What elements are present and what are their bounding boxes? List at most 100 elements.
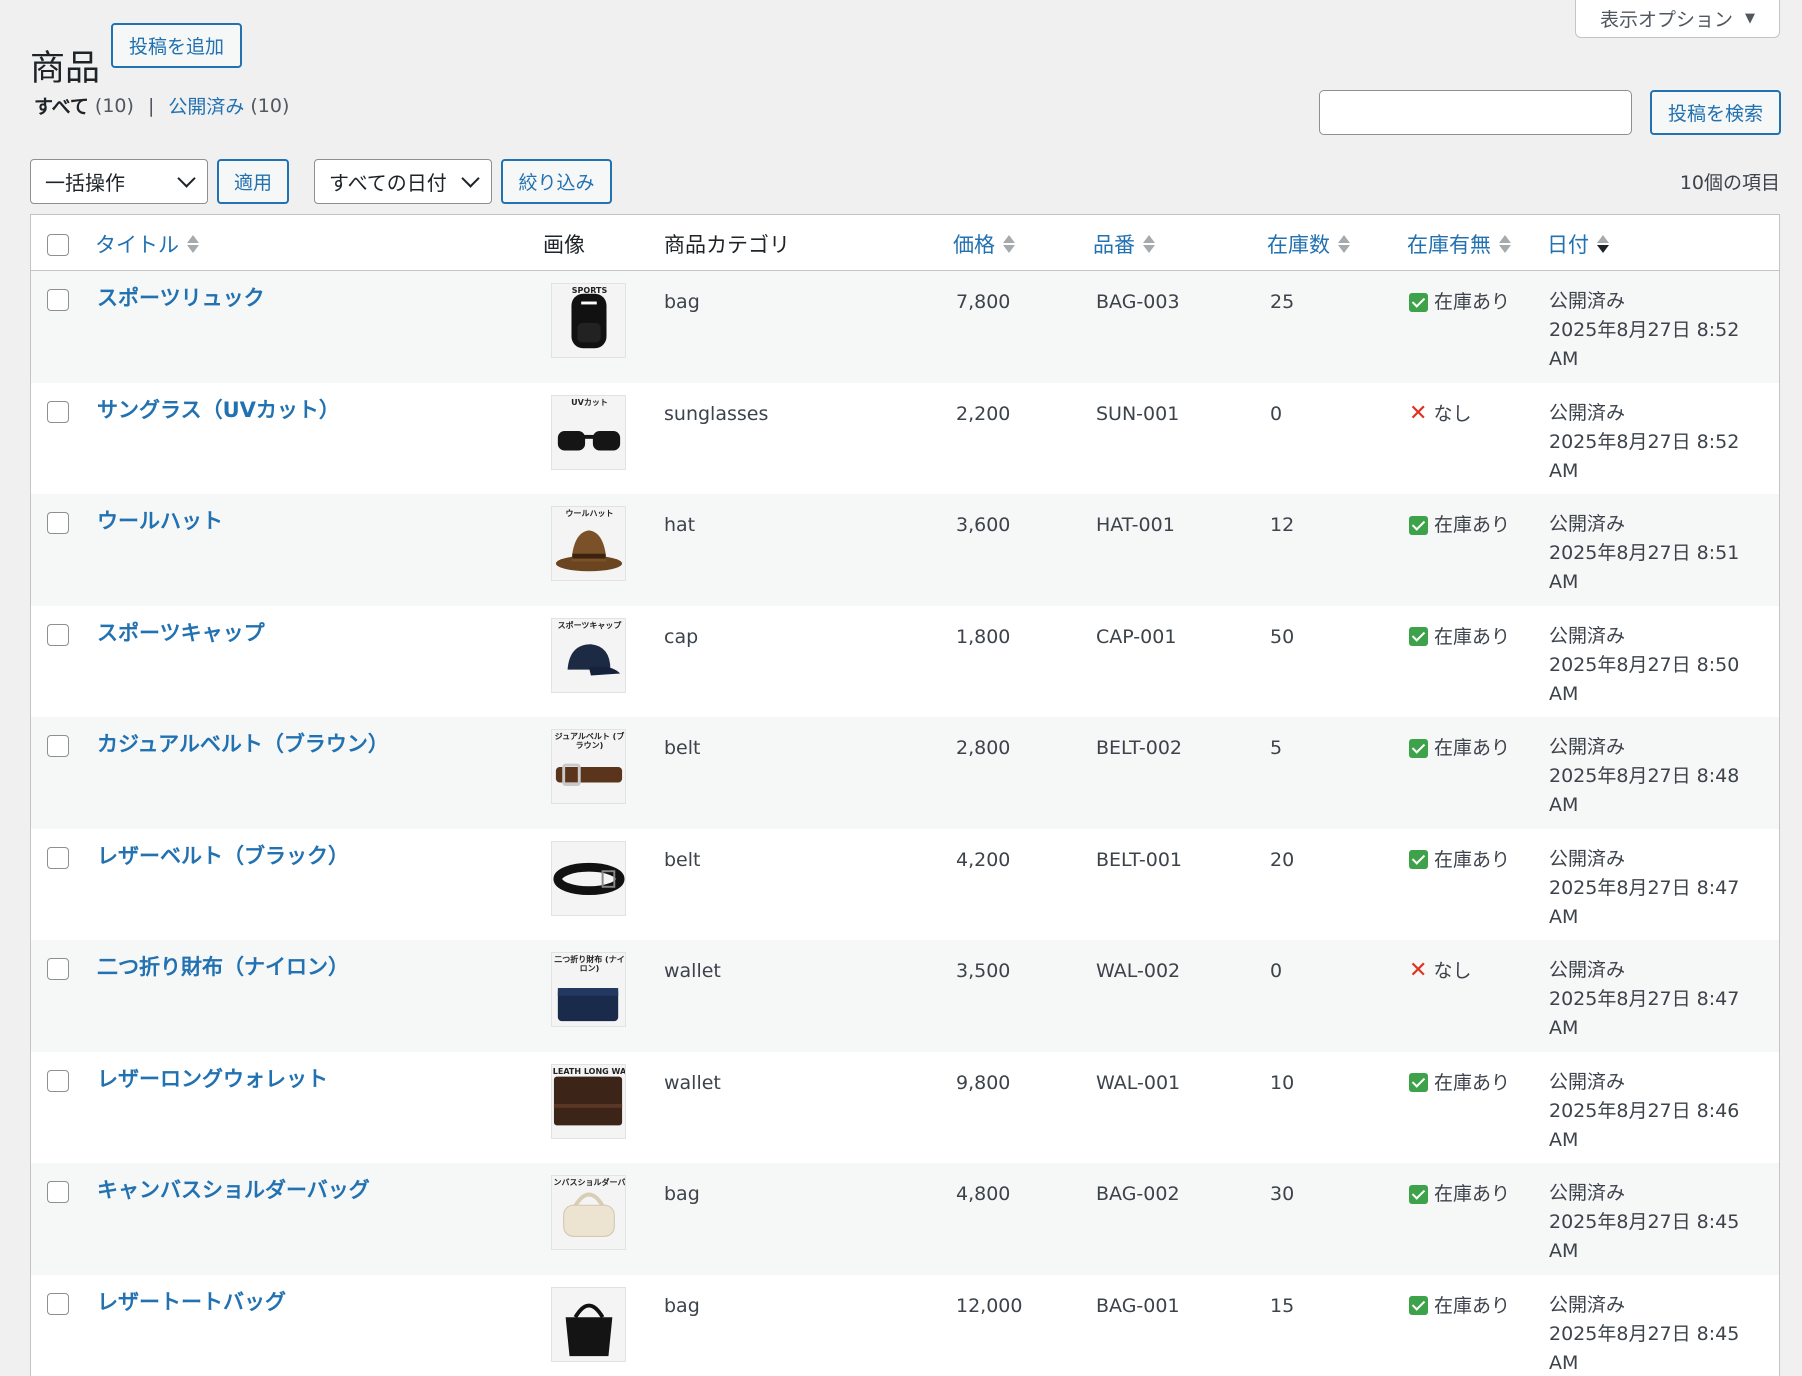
product-thumbnail[interactable]: ウールハット xyxy=(551,506,626,581)
stock-status: 在庫あり xyxy=(1409,733,1510,763)
search-posts-button[interactable]: 投稿を検索 xyxy=(1650,90,1781,135)
publish-date: 公開済み 2025年8月27日 8:46 AM xyxy=(1549,1068,1739,1155)
page-title: 商品 xyxy=(30,49,101,90)
publish-date: 公開済み 2025年8月27日 8:50 AM xyxy=(1549,622,1739,709)
product-thumbnail[interactable]: 二つ折り財布 (ナイロン) xyxy=(551,952,626,1027)
product-title-link[interactable]: 二つ折り財布（ナイロン） xyxy=(97,952,349,982)
thumbnail-caption: LEATH LONG WA xyxy=(552,1066,626,1076)
publish-status: 公開済み xyxy=(1549,1182,1626,1204)
item-count: 10個の項目 xyxy=(1679,172,1780,194)
product-price: 12,000 xyxy=(956,1294,1023,1317)
check-mark-icon xyxy=(1409,1184,1428,1204)
triangle-down-icon: ▼ xyxy=(1745,11,1755,26)
product-price: 4,200 xyxy=(956,848,1011,871)
table-body: スポーツリュック SPORTS bag 7,800 BAG-003 25 在庫あり 公開済み 2… xyxy=(31,271,1779,1376)
date-filter-select[interactable]: すべての日付 xyxy=(314,159,492,204)
product-price: 9,800 xyxy=(956,1071,1011,1094)
stock-quantity: 0 xyxy=(1270,402,1283,425)
column-stock-qty[interactable]: 在庫数 xyxy=(1267,229,1350,259)
check-mark-icon xyxy=(1409,627,1428,646)
product-thumbnail[interactable]: LEATH LONG WA xyxy=(551,1063,626,1139)
publish-status: 公開済み xyxy=(1549,1293,1626,1316)
product-price: 3,600 xyxy=(956,514,1011,536)
publish-datetime: 2025年8月27日 8:45 xyxy=(1549,1322,1740,1345)
apply-button[interactable]: 適用 xyxy=(217,159,289,204)
view-all-link[interactable]: すべて xyxy=(34,92,89,119)
stock-status-label: 在庫あり xyxy=(1434,737,1511,759)
row-checkbox[interactable] xyxy=(47,1292,69,1315)
add-new-button[interactable]: 投稿を追加 xyxy=(111,23,242,68)
sort-desc-icon xyxy=(1597,235,1609,253)
stock-quantity: 5 xyxy=(1270,737,1283,759)
stock-status-label: 在庫あり xyxy=(1434,1294,1511,1317)
product-thumbnail[interactable]: スポーツキャップ xyxy=(551,617,626,693)
product-title-link[interactable]: キャンバスショルダーバッグ xyxy=(97,1175,370,1205)
stock-quantity: 15 xyxy=(1270,1294,1295,1317)
row-checkbox[interactable] xyxy=(47,623,69,646)
product-title-link[interactable]: スポーツリュック xyxy=(97,283,265,313)
publish-ampm: AM xyxy=(1549,1351,1579,1374)
search-input[interactable] xyxy=(1319,90,1632,135)
column-date[interactable]: 日付 xyxy=(1547,229,1609,259)
product-title-link[interactable]: カジュアルベルト（ブラウン） xyxy=(97,729,389,759)
product-title-link[interactable]: レザーロングウォレット xyxy=(97,1064,328,1094)
cross-mark-icon: ✕ xyxy=(1409,400,1428,426)
product-title-link[interactable]: サングラス（UVカット） xyxy=(97,395,340,425)
row-checkbox[interactable] xyxy=(47,846,69,869)
column-category: 商品カテゴリ xyxy=(664,233,790,257)
check-mark-icon xyxy=(1409,1073,1428,1092)
stock-status: 在庫あり xyxy=(1409,1179,1510,1209)
product-price: 4,800 xyxy=(956,1183,1011,1205)
row-checkbox[interactable] xyxy=(47,400,69,423)
stock-status-label: 在庫あり xyxy=(1434,848,1511,871)
stock-quantity: 25 xyxy=(1270,291,1295,313)
bulk-actions-value: 一括操作 xyxy=(45,171,125,195)
filter-button[interactable]: 絞り込み xyxy=(501,159,612,204)
publish-status: 公開済み xyxy=(1549,290,1626,312)
row-checkbox[interactable] xyxy=(47,512,69,534)
row-checkbox[interactable] xyxy=(47,1069,69,1092)
product-title-link[interactable]: ウールハット xyxy=(97,506,223,536)
select-all-checkbox[interactable] xyxy=(47,234,69,256)
product-category: bag xyxy=(664,291,700,313)
table-row: レザーロングウォレット LEATH LONG WA wallet 9,800 WAL-0… xyxy=(31,1051,1779,1163)
product-thumbnail[interactable]: SPORTS xyxy=(551,283,626,358)
check-mark-icon xyxy=(1409,738,1428,758)
view-published-link[interactable]: 公開済み xyxy=(168,92,244,119)
column-stock-status[interactable]: 在庫有無 xyxy=(1407,229,1511,259)
stock-status: 在庫あり xyxy=(1409,510,1510,540)
product-thumbnail[interactable] xyxy=(551,1286,626,1362)
publish-ampm: AM xyxy=(1549,459,1579,482)
publish-datetime: 2025年8月27日 8:51 xyxy=(1549,542,1740,564)
product-category: bag xyxy=(664,1183,700,1205)
product-price: 7,800 xyxy=(956,291,1011,313)
chevron-down-icon xyxy=(461,169,480,188)
column-price[interactable]: 価格 xyxy=(953,229,1015,259)
product-thumbnail[interactable]: UVカット xyxy=(551,394,626,470)
product-thumbnail[interactable]: ジュアルベルト (ブラウン) xyxy=(551,729,626,804)
screen-options-button[interactable]: 表示オプション ▼ xyxy=(1574,0,1780,38)
product-sku: WAL-001 xyxy=(1096,1071,1181,1094)
thumbnail-caption: ジュアルベルト (ブラウン) xyxy=(554,732,625,750)
row-checkbox[interactable] xyxy=(47,1181,69,1203)
stock-status-label: なし xyxy=(1433,402,1472,425)
column-image: 画像 xyxy=(543,233,585,257)
thumbnail-caption: 二つ折り財布 (ナイロン) xyxy=(554,955,625,973)
product-title-link[interactable]: レザートートバッグ xyxy=(97,1287,286,1317)
publish-datetime: 2025年8月27日 8:47 xyxy=(1549,988,1740,1010)
bulk-actions-select[interactable]: 一括操作 xyxy=(30,159,208,204)
row-checkbox[interactable] xyxy=(47,735,69,757)
row-checkbox[interactable] xyxy=(47,289,69,311)
product-title-link[interactable]: スポーツキャップ xyxy=(97,618,265,648)
product-thumbnail[interactable] xyxy=(551,840,626,916)
table-row: スポーツキャップ スポーツキャップ cap 1,800 CAP-001 50 在庫あり 公開済… xyxy=(31,605,1779,717)
table-row: ウールハット ウールハット hat 3,600 HAT-001 12 在庫あり 公開済み 202… xyxy=(31,494,1779,606)
column-sku[interactable]: 品番 xyxy=(1093,229,1155,259)
column-title[interactable]: タイトル xyxy=(95,229,199,259)
row-checkbox[interactable] xyxy=(47,958,69,980)
screen-options-label: 表示オプション xyxy=(1599,9,1733,31)
product-thumbnail[interactable]: ンバスショルダーバ xyxy=(551,1175,626,1250)
view-all-count: (10) xyxy=(94,94,134,117)
stock-status: 在庫あり xyxy=(1409,1291,1510,1321)
product-title-link[interactable]: レザーベルト（ブラック） xyxy=(97,841,349,871)
